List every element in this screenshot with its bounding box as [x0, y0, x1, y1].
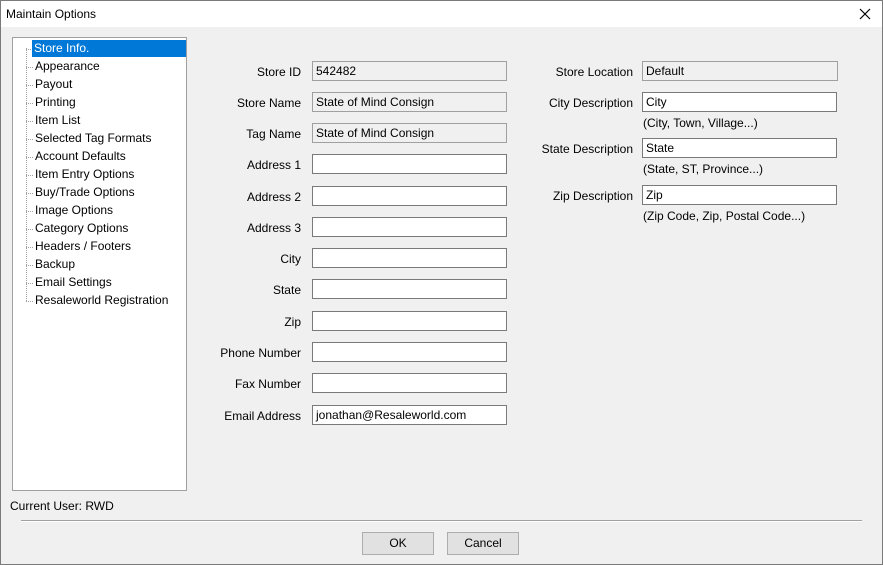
- zip-desc-label: Zip Description: [552, 189, 633, 203]
- phone-field[interactable]: [312, 342, 507, 362]
- fax-field[interactable]: [312, 373, 507, 393]
- tree-item-resaleworld-registration[interactable]: Resaleworld Registration: [33, 292, 170, 309]
- close-button[interactable]: [848, 1, 882, 27]
- tree-item-account-defaults[interactable]: Account Defaults: [33, 148, 128, 165]
- store-location-label: Store Location: [555, 65, 633, 79]
- tag-name-label: Tag Name: [246, 127, 301, 141]
- email-field[interactable]: jonathan@Resaleworld.com: [312, 405, 507, 425]
- tree-item-appearance[interactable]: Appearance: [33, 58, 102, 75]
- ok-button[interactable]: OK: [362, 532, 434, 555]
- tree-connector-branch: [26, 121, 33, 122]
- store-location-field[interactable]: Default: [642, 61, 838, 81]
- tree-item-printing[interactable]: Printing: [33, 94, 78, 111]
- tree-connector-branch: [26, 139, 33, 140]
- state-field[interactable]: [312, 279, 507, 299]
- tree-connector-branch: [26, 301, 33, 302]
- address2-label: Address 2: [246, 190, 301, 204]
- zip-field[interactable]: [312, 311, 507, 331]
- tree-connector-branch: [26, 193, 33, 194]
- state-desc-hint: (State, ST, Province...): [643, 162, 764, 176]
- store-name-label: Store Name: [236, 96, 301, 110]
- close-icon: [859, 8, 871, 20]
- city-desc-label: City Description: [548, 96, 633, 110]
- address3-label: Address 3: [246, 221, 301, 235]
- tree-item-buy-trade-options[interactable]: Buy/Trade Options: [33, 184, 137, 201]
- tree-item-email-settings[interactable]: Email Settings: [33, 274, 114, 291]
- tree-connector-branch: [26, 67, 33, 68]
- tree-connector-branch: [26, 175, 33, 176]
- tree-item-payout[interactable]: Payout: [33, 76, 74, 93]
- tree-connector-branch: [26, 283, 33, 284]
- tree-connector-branch: [26, 157, 33, 158]
- tree-item-item-list[interactable]: Item List: [33, 112, 82, 129]
- tree-connector-branch: [26, 247, 33, 248]
- tree-item-item-entry-options[interactable]: Item Entry Options: [33, 166, 136, 183]
- zip-desc-field[interactable]: Zip: [642, 185, 837, 205]
- tree-item-selected-tag-formats[interactable]: Selected Tag Formats: [33, 130, 154, 147]
- tree-connector-branch: [26, 229, 33, 230]
- tree-item-store-info[interactable]: Store Info.: [32, 40, 186, 57]
- state-desc-label: State Description: [541, 142, 633, 156]
- options-tree: Store Info. Appearance Payout Printing Item …: [12, 37, 187, 491]
- zip-label: Zip: [284, 315, 301, 329]
- store-id-field[interactable]: 542482: [312, 61, 507, 81]
- state-label: State: [272, 283, 301, 297]
- current-user-label: Current User: RWD: [10, 499, 114, 513]
- store-id-label: Store ID: [256, 65, 301, 79]
- address1-label: Address 1: [246, 158, 301, 172]
- tree-item-category-options[interactable]: Category Options: [33, 220, 130, 237]
- tree-item-backup[interactable]: Backup: [33, 256, 77, 273]
- tree-connector-branch: [26, 85, 33, 86]
- footer-separator: [21, 520, 862, 522]
- cancel-button[interactable]: Cancel: [447, 532, 519, 555]
- tree-item-image-options[interactable]: Image Options: [33, 202, 115, 219]
- email-label: Email Address: [224, 409, 301, 423]
- tree-item-headers-footers[interactable]: Headers / Footers: [33, 238, 133, 255]
- city-desc-hint: (City, Town, Village...): [643, 116, 758, 130]
- address2-field[interactable]: [312, 186, 507, 206]
- title-bar: Maintain Options: [1, 1, 882, 27]
- zip-desc-hint: (Zip Code, Zip, Postal Code...): [643, 209, 806, 223]
- tree-connector-branch: [26, 265, 33, 266]
- tree-connector-branch: [26, 211, 33, 212]
- window-title: Maintain Options: [6, 7, 97, 21]
- maintain-options-window: Maintain Options Store Info. Appearance Pa…: [0, 0, 883, 565]
- tree-connector-branch: [26, 103, 33, 104]
- tag-name-field[interactable]: State of Mind Consign: [312, 123, 507, 143]
- address1-field[interactable]: [312, 154, 507, 174]
- state-desc-field[interactable]: State: [642, 138, 837, 158]
- city-label: City: [280, 252, 301, 266]
- city-field[interactable]: [312, 248, 507, 268]
- fax-label: Fax Number: [234, 377, 301, 391]
- city-desc-field[interactable]: City: [642, 92, 837, 112]
- phone-label: Phone Number: [220, 346, 301, 360]
- address3-field[interactable]: [312, 217, 507, 237]
- store-name-field[interactable]: State of Mind Consign: [312, 92, 507, 112]
